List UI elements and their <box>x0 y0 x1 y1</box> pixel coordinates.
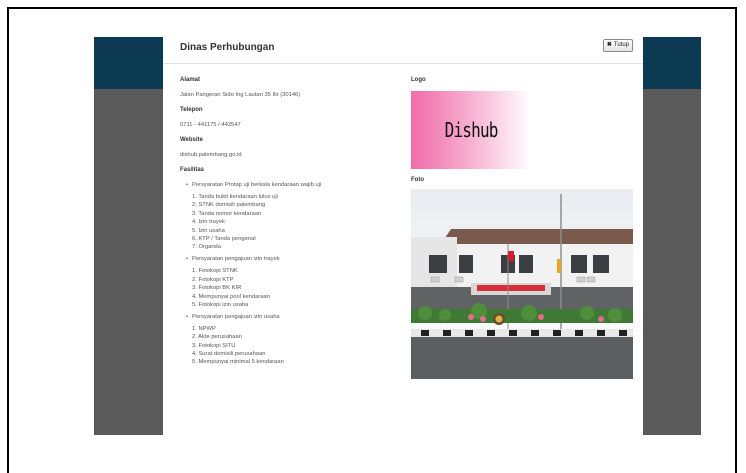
alamat-value: Jalan Pangeran Sido Ing Lautan 35 Ilir (… <box>180 92 301 98</box>
close-button-label: Tutup <box>613 42 629 48</box>
fasilitas-group: Persyaratan pengajuan izin trayek 1. Fot… <box>186 256 400 308</box>
website-label: Website <box>180 137 203 143</box>
office-building-photo <box>411 189 633 379</box>
requirement-item: 5. Izin usaha <box>192 227 225 234</box>
requirement-item: 5. Mempunyai minimal 5 kendaraan <box>192 359 284 366</box>
requirement-item: 5. Fotokopi izin usaha <box>192 301 249 308</box>
close-icon: ✖ <box>606 42 612 48</box>
requirement-item: 2. Fotokopi KTP <box>192 276 234 283</box>
requirement-list: 1. NPWP 2. Akte perusahaan 3. Fotokopi S… <box>192 326 400 366</box>
fasilitas-group-title: Persyaratan pengajuan izin usaha <box>192 313 280 320</box>
fasilitas-label: Fasilitas <box>180 167 205 173</box>
requirement-item: 4. Izin trayek <box>192 219 225 226</box>
fasilitas-group: Persyaratan Protap uji berkala kendaraan… <box>186 182 400 250</box>
requirement-item: 1. Fotokopi STNK <box>192 268 238 275</box>
requirement-item: 3. Fotokopi BK KIR <box>192 285 242 292</box>
fasilitas-group-title: Persyaratan Protap uji berkala kendaraan… <box>192 182 322 188</box>
requirement-list: 1. Fotokopi STNK 2. Fotokopi KTP 3. Foto… <box>192 268 400 308</box>
alamat-label: Alamat <box>180 77 201 83</box>
fasilitas-group-title: Persyaratan pengajuan izin trayek <box>192 256 280 263</box>
requirement-item: 3. Fotokopi SITU <box>192 342 236 349</box>
requirement-item: 2. Akte perusahaan <box>192 334 242 341</box>
requirement-item: 4. Mempunyai pool kendaraan <box>192 293 270 300</box>
fasilitas-list: Persyaratan Protap uji berkala kendaraan… <box>180 182 400 365</box>
website-value: dishub.palembang.go.id <box>180 152 242 158</box>
dishub-logo: Dishub <box>411 91 531 169</box>
requirement-item: 7. Organda <box>192 244 222 251</box>
modal-header: Dinas Perhubungan ✖ Tutup <box>163 37 643 64</box>
telepon-label: Telepon <box>180 107 203 113</box>
requirement-item: 6. KTP / Tanda pengenal <box>192 235 256 242</box>
telepon-value: 0711 - 441175 / 442547 <box>180 122 241 128</box>
media-column: Logo Dishub Foto <box>411 77 633 379</box>
detail-modal: Dinas Perhubungan ✖ Tutup Alamat Jalan P… <box>163 37 643 435</box>
requirement-item: 1. Tanda bukti kendaraan lulus uji <box>192 194 278 200</box>
close-button[interactable]: ✖ Tutup <box>602 39 633 52</box>
foto-label: Foto <box>411 177 424 183</box>
requirement-item: 4. Surat domisili perusahaan <box>192 351 266 358</box>
info-column: Alamat Jalan Pangeran Sido Ing Lautan 35… <box>180 77 400 371</box>
modal-title: Dinas Perhubungan <box>180 42 275 53</box>
requirement-item: 1. NPWP <box>192 325 216 332</box>
requirement-list: 1. Tanda bukti kendaraan lulus uji 2. ST… <box>192 194 400 250</box>
fasilitas-group: Persyaratan pengajuan izin usaha 1. NPWP… <box>186 314 400 366</box>
logo-label: Logo <box>411 77 426 83</box>
requirement-item: 2. STNK domisili palembang <box>192 202 266 209</box>
logo-text: Dishub <box>444 118 499 142</box>
overlay-layer: Dinas Perhubungan ✖ Tutup Alamat Jalan P… <box>0 0 746 466</box>
requirement-item: 3. Tanda nomor kendaraan <box>192 210 262 217</box>
